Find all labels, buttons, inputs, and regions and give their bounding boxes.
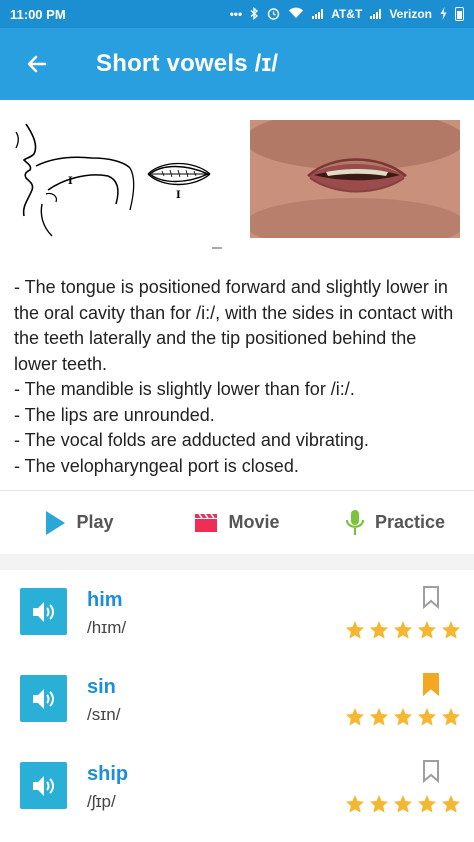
signal-icon: [312, 9, 324, 19]
list-item[interactable]: ship /ʃɪp/: [0, 746, 474, 833]
rating-stars: [345, 620, 461, 640]
articulation-diagram: I I: [15, 123, 222, 249]
star-icon: [417, 620, 437, 640]
diagram-label: I: [68, 176, 73, 187]
star-icon: [345, 794, 365, 814]
movie-icon: [195, 513, 218, 532]
word-text: ship: [87, 763, 129, 785]
word-ipa: /sɪn/: [87, 705, 121, 724]
list-item[interactable]: him /hɪm/: [0, 572, 474, 659]
play-label: Play: [76, 512, 114, 532]
description-line: - The lips are unrounded.: [14, 404, 215, 425]
star-icon: [441, 794, 461, 814]
app-bar: Short vowels /ɪ/: [0, 28, 474, 100]
back-arrow-icon: [27, 55, 47, 73]
section-divider: [0, 554, 474, 570]
play-button[interactable]: Play: [0, 510, 158, 536]
dots-icon: •••: [229, 7, 243, 21]
bookmark-filled-icon[interactable]: [421, 672, 441, 696]
status-time: 11:00 PM: [10, 6, 66, 22]
rating-stars: [345, 794, 461, 814]
alarm-icon: [267, 7, 280, 22]
speaker-button[interactable]: [20, 762, 67, 809]
back-button[interactable]: [0, 28, 74, 100]
word-text: him: [87, 589, 123, 611]
star-icon: [393, 707, 413, 727]
star-icon: [369, 707, 389, 727]
bluetooth-icon: [250, 6, 259, 22]
page-title: Short vowels /ɪ/: [96, 50, 279, 77]
word-ipa: /hɪm/: [87, 618, 127, 637]
speaker-button[interactable]: [20, 675, 67, 722]
mouth-photo: [250, 120, 460, 238]
wifi-icon: [288, 7, 304, 21]
articulation-description: - The tongue is positioned forward and s…: [14, 275, 464, 479]
battery-icon: [455, 7, 464, 21]
word-text: sin: [87, 676, 116, 698]
description-line: - The vocal folds are adducted and vibra…: [14, 430, 369, 450]
star-icon: [393, 794, 413, 814]
bookmark-icon[interactable]: [421, 585, 441, 609]
speaker-icon: [32, 601, 54, 622]
illustrations: I I: [0, 100, 474, 260]
description-line: - The tongue is positioned forward and s…: [14, 277, 454, 374]
star-icon: [369, 620, 389, 640]
list-item[interactable]: sin /sɪn/: [0, 659, 474, 746]
practice-label: Practice: [374, 512, 446, 532]
star-icon: [441, 707, 461, 727]
rating-stars: [345, 707, 461, 727]
movie-label: Movie: [228, 512, 280, 532]
star-icon: [417, 794, 437, 814]
description-line: - The velopharyngeal port is closed.: [14, 455, 299, 476]
word-ipa: /ʃɪp/: [87, 792, 116, 811]
action-bar: Play Movie Practice: [0, 490, 474, 554]
practice-button[interactable]: Practice: [316, 509, 474, 537]
star-icon: [417, 707, 437, 727]
star-icon: [441, 620, 461, 640]
movie-button[interactable]: Movie: [158, 512, 316, 533]
signal-icon: [370, 9, 382, 19]
star-icon: [345, 707, 365, 727]
carrier-att: AT&T: [331, 7, 363, 21]
status-icons: ••• AT&T Verizon: [229, 6, 464, 22]
charging-icon: [440, 6, 447, 22]
speaker-icon: [32, 775, 54, 796]
carrier-verizon: Verizon: [389, 7, 432, 21]
microphone-icon: [345, 509, 365, 535]
star-icon: [369, 794, 389, 814]
lips-label: I: [176, 190, 181, 201]
star-icon: [393, 620, 413, 640]
status-bar: 11:00 PM ••• AT&T Verizon: [0, 0, 474, 28]
star-icon: [345, 620, 365, 640]
speaker-button[interactable]: [20, 588, 67, 635]
speaker-icon: [32, 688, 54, 709]
bookmark-icon[interactable]: [421, 759, 441, 783]
word-list: him /hɪm/ sin /sɪn/ ship /ʃɪp/: [0, 572, 474, 833]
description-line: - The mandible is slightly lower than fo…: [14, 379, 355, 399]
play-icon: [46, 510, 66, 535]
